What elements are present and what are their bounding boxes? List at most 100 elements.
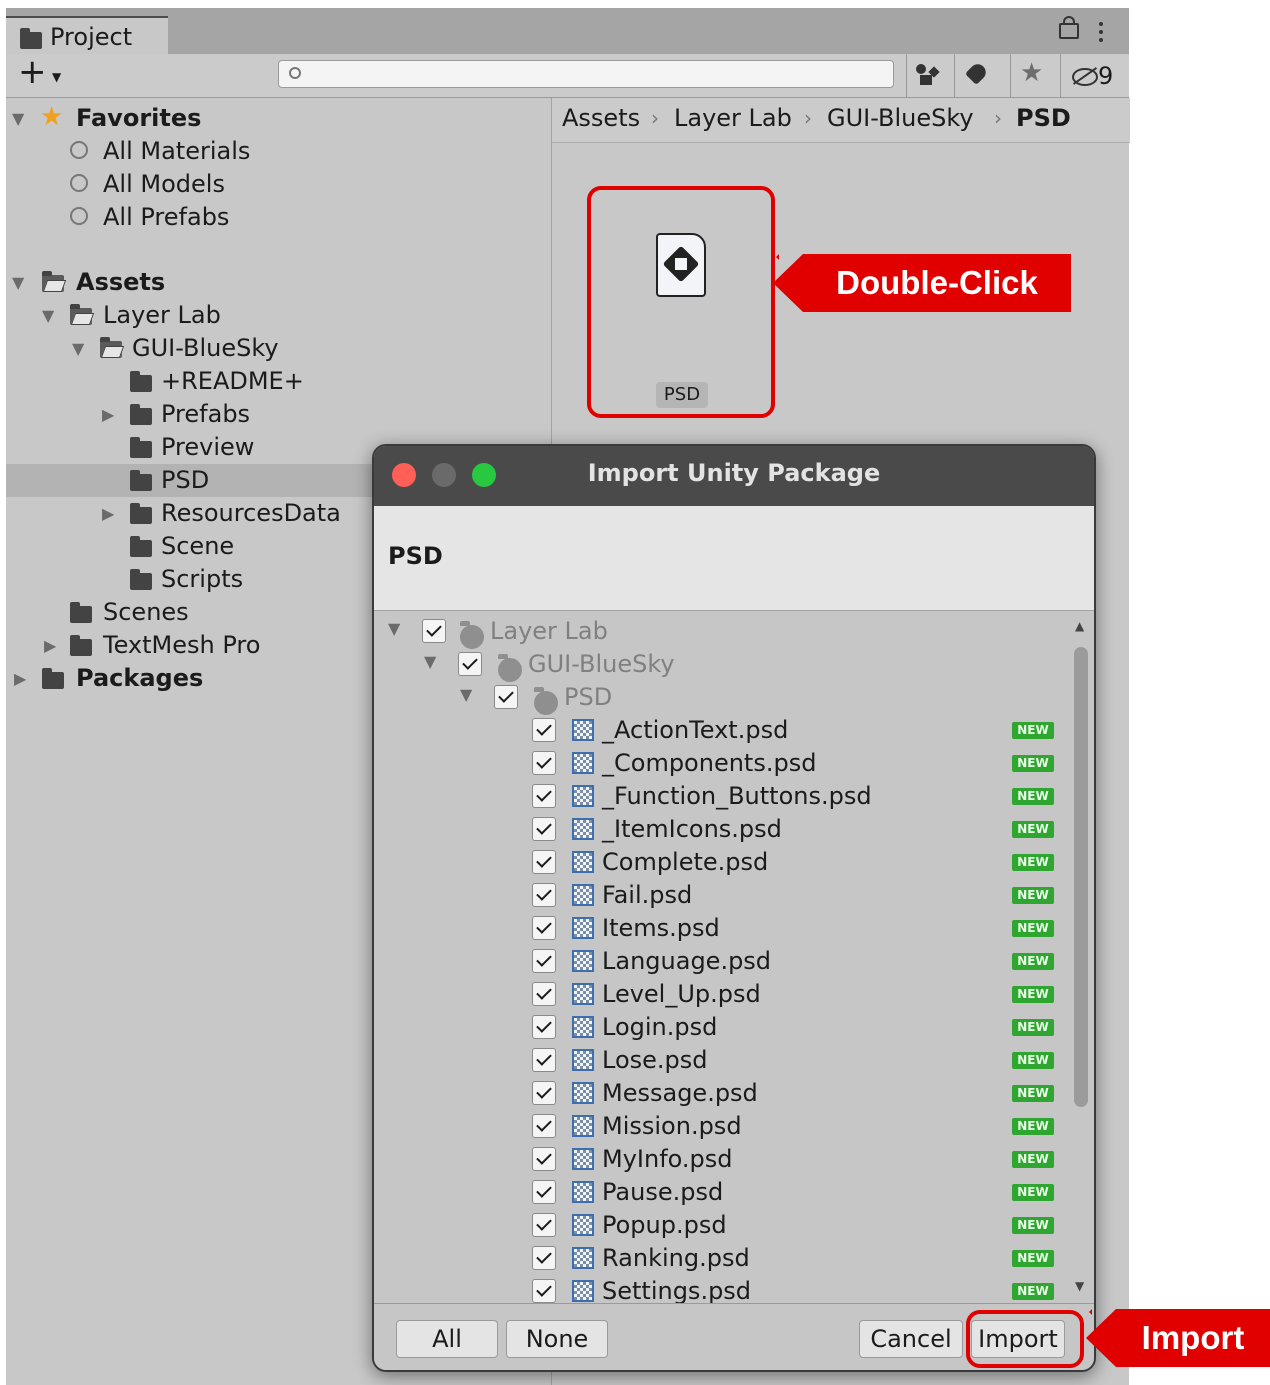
select-all-button[interactable]: All xyxy=(396,1320,498,1358)
checkbox[interactable] xyxy=(532,1147,556,1171)
list-item-file[interactable]: _Components.psd NEW xyxy=(374,747,1064,780)
lock-icon[interactable] xyxy=(1059,16,1079,39)
list-item-file[interactable]: Language.psd NEW xyxy=(374,945,1064,978)
search-input[interactable] xyxy=(278,60,894,88)
checkbox[interactable] xyxy=(532,784,556,808)
list-item-file[interactable]: MyInfo.psd NEW xyxy=(374,1143,1064,1176)
scrollbar[interactable]: ▲ ▼ xyxy=(1072,611,1090,1303)
tree-item-gui-bluesky[interactable]: ▼ GUI-BlueSky xyxy=(6,332,550,365)
checkbox[interactable] xyxy=(532,1114,556,1138)
list-item-file[interactable]: Complete.psd NEW xyxy=(374,846,1064,879)
new-badge: NEW xyxy=(1012,1283,1054,1300)
checkbox[interactable] xyxy=(532,1279,556,1303)
checkbox[interactable] xyxy=(532,982,556,1006)
list-item-file[interactable]: Popup.psd NEW xyxy=(374,1209,1064,1242)
expand-arrow-icon[interactable]: ▼ xyxy=(388,619,400,638)
scroll-down-icon[interactable]: ▼ xyxy=(1075,1279,1084,1293)
folder-icon xyxy=(130,437,152,458)
list-item-file[interactable]: Ranking.psd NEW xyxy=(374,1242,1064,1275)
tree-item-layer-lab[interactable]: ▼ Layer Lab xyxy=(6,299,550,332)
tree-item-all-materials[interactable]: All Materials xyxy=(6,135,550,168)
dialog-title: Import Unity Package xyxy=(587,459,881,487)
checkbox[interactable] xyxy=(532,1180,556,1204)
checkbox[interactable] xyxy=(422,619,446,643)
checkbox[interactable] xyxy=(532,850,556,874)
callout-import: Import xyxy=(1089,1309,1270,1367)
list-item-folder[interactable]: ▼ GUI-BlueSky xyxy=(374,648,1064,682)
checkbox[interactable] xyxy=(532,817,556,841)
cancel-button[interactable]: Cancel xyxy=(859,1320,963,1358)
search-by-type-icon[interactable] xyxy=(914,62,940,88)
folder-icon xyxy=(534,687,558,715)
add-button[interactable]: + ▼ xyxy=(18,52,61,92)
list-item-file[interactable]: Lose.psd NEW xyxy=(374,1044,1064,1077)
breadcrumb-layer-lab[interactable]: Layer Lab xyxy=(674,104,792,132)
list-item-file[interactable]: Pause.psd NEW xyxy=(374,1176,1064,1209)
checkbox[interactable] xyxy=(532,1081,556,1105)
checkbox[interactable] xyxy=(532,718,556,742)
scroll-thumb[interactable] xyxy=(1074,647,1088,1107)
checkbox[interactable] xyxy=(532,1246,556,1270)
image-file-icon xyxy=(572,1181,594,1203)
list-item-file[interactable]: Message.psd NEW xyxy=(374,1077,1064,1110)
new-badge: NEW xyxy=(1012,986,1054,1003)
tree-item-prefabs[interactable]: ▶ Prefabs xyxy=(6,398,550,431)
checkbox[interactable] xyxy=(532,949,556,973)
list-item-file[interactable]: _ActionText.psd NEW xyxy=(374,714,1064,747)
breadcrumb-assets[interactable]: Assets xyxy=(562,104,640,132)
list-item-file[interactable]: _ItemIcons.psd NEW xyxy=(374,813,1064,846)
expand-arrow-icon[interactable]: ▶ xyxy=(102,497,114,530)
package-contents-list: ▼ Layer Lab ▼ GUI-BlueSky ▼ PSD _ActionT… xyxy=(374,611,1094,1303)
expand-arrow-icon[interactable]: ▼ xyxy=(12,266,24,299)
favorite-star-icon[interactable]: ★ xyxy=(1020,58,1043,88)
checkbox[interactable] xyxy=(532,883,556,907)
select-none-button[interactable]: None xyxy=(506,1320,608,1358)
checkbox[interactable] xyxy=(532,1048,556,1072)
callout-text: Import xyxy=(1141,1319,1245,1356)
chevron-right-icon: › xyxy=(994,106,1002,130)
checkbox[interactable] xyxy=(458,652,482,676)
breadcrumb-gui-bluesky[interactable]: GUI-BlueSky xyxy=(827,104,974,132)
tree-item-assets[interactable]: ▼ Assets xyxy=(6,266,550,299)
image-file-icon xyxy=(572,1115,594,1137)
hidden-packages-toggle[interactable]: 9 xyxy=(1072,62,1113,90)
breadcrumb-psd[interactable]: PSD xyxy=(1016,104,1071,132)
list-item-file[interactable]: Login.psd NEW xyxy=(374,1011,1064,1044)
checkbox[interactable] xyxy=(532,751,556,775)
folder-open-icon xyxy=(70,304,92,325)
list-item-folder[interactable]: ▼ PSD xyxy=(374,681,1064,715)
expand-arrow-icon[interactable]: ▶ xyxy=(102,398,114,431)
dialog-header: PSD xyxy=(374,506,1094,611)
expand-arrow-icon[interactable]: ▼ xyxy=(72,332,84,365)
list-item-file[interactable]: Items.psd NEW xyxy=(374,912,1064,945)
checkbox[interactable] xyxy=(532,1015,556,1039)
expand-arrow-icon[interactable]: ▼ xyxy=(12,102,24,135)
tab-project[interactable]: Project xyxy=(6,16,168,56)
list-item-file[interactable]: Level_Up.psd NEW xyxy=(374,978,1064,1011)
tree-item-all-prefabs[interactable]: All Prefabs xyxy=(6,201,550,234)
expand-arrow-icon[interactable]: ▼ xyxy=(424,652,436,671)
expand-arrow-icon[interactable]: ▼ xyxy=(42,299,54,332)
list-item-file[interactable]: Mission.psd NEW xyxy=(374,1110,1064,1143)
label-tag-icon[interactable] xyxy=(964,60,990,86)
new-badge: NEW xyxy=(1012,953,1054,970)
checkbox[interactable] xyxy=(494,685,518,709)
expand-arrow-icon[interactable]: ▶ xyxy=(44,629,56,662)
highlight-asset-box xyxy=(587,186,775,418)
new-badge: NEW xyxy=(1012,1151,1054,1168)
tree-item-favorites[interactable]: ▼ ★ Favorites xyxy=(6,102,550,135)
more-menu-icon[interactable] xyxy=(1099,22,1105,44)
checkbox[interactable] xyxy=(532,916,556,940)
expand-arrow-icon[interactable]: ▶ xyxy=(14,662,26,695)
list-item-file[interactable]: Settings.psd NEW xyxy=(374,1275,1064,1303)
tree-item-readme[interactable]: +README+ xyxy=(6,365,550,398)
folder-open-icon xyxy=(100,337,122,358)
tree-item-all-models[interactable]: All Models xyxy=(6,168,550,201)
expand-arrow-icon[interactable]: ▼ xyxy=(460,685,472,704)
list-item-folder[interactable]: ▼ Layer Lab xyxy=(374,615,1064,649)
file-name: Complete.psd xyxy=(602,848,769,876)
scroll-up-icon[interactable]: ▲ xyxy=(1075,619,1084,633)
list-item-file[interactable]: Fail.psd NEW xyxy=(374,879,1064,912)
checkbox[interactable] xyxy=(532,1213,556,1237)
list-item-file[interactable]: _Function_Buttons.psd NEW xyxy=(374,780,1064,813)
